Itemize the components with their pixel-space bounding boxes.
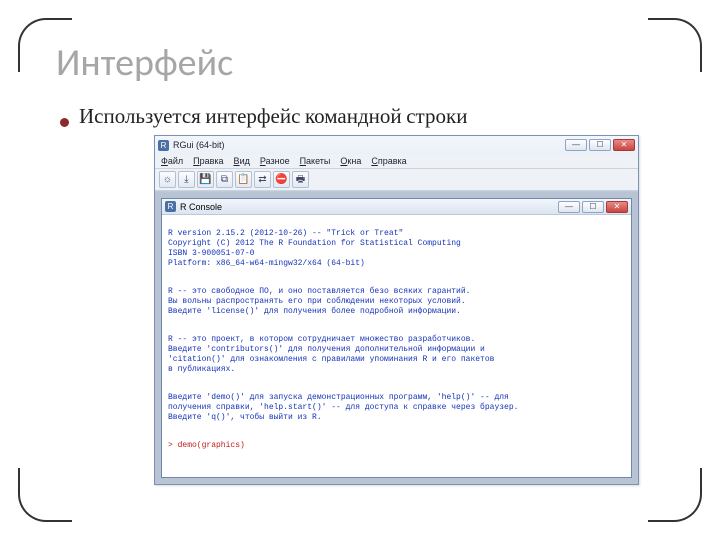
console-text: R -- это свободное ПО, и оно поставляетс… xyxy=(168,287,625,317)
bullet-item: Используется интерфейс командной строки xyxy=(60,104,680,129)
menu-edit[interactable]: Правка xyxy=(193,156,223,166)
menu-windows[interactable]: Окна xyxy=(340,156,361,166)
slide-title: Интерфейс xyxy=(56,40,680,86)
print-icon[interactable]: 🖶 xyxy=(292,171,309,188)
console-text: R -- это проект, в котором сотрудничает … xyxy=(168,335,625,375)
window-title: RGui (64-bit) xyxy=(173,140,225,150)
corner-decoration xyxy=(18,18,72,72)
save-icon[interactable]: 💾 xyxy=(197,171,214,188)
app-icon: R xyxy=(158,140,169,151)
bullet-icon xyxy=(60,118,69,127)
console-maximize-button[interactable]: ☐ xyxy=(582,201,604,213)
console-prompt[interactable]: > demo(graphics) xyxy=(168,441,625,451)
maximize-button[interactable]: ☐ xyxy=(589,139,611,151)
menu-file[interactable]: Файл xyxy=(161,156,183,166)
corner-decoration xyxy=(648,18,702,72)
paste-icon[interactable]: 📋 xyxy=(235,171,252,188)
console-minimize-button[interactable]: — xyxy=(558,201,580,213)
copy-paste-icon[interactable]: ⇄ xyxy=(254,171,271,188)
bullet-text: Используется интерфейс командной строки xyxy=(79,104,467,129)
window-chrome: R RGui (64-bit) — ☐ ✕ Файл Правка Вид Ра… xyxy=(155,136,638,192)
mdi-area: R R Console — ☐ ✕ R version 2.15.2 (2012… xyxy=(155,192,638,484)
console-title: R Console xyxy=(180,202,222,212)
menu-help[interactable]: Справка xyxy=(371,156,406,166)
console-app-icon: R xyxy=(165,201,176,212)
slide: Интерфейс Используется интерфейс командн… xyxy=(0,0,720,540)
load-icon[interactable]: ⤓ xyxy=(178,171,195,188)
open-icon[interactable]: ☼ xyxy=(159,171,176,188)
copy-icon[interactable]: ⧉ xyxy=(216,171,233,188)
console-body[interactable]: R version 2.15.2 (2012-10-26) -- "Trick … xyxy=(162,215,631,477)
stop-icon[interactable]: ⛔ xyxy=(273,171,290,188)
menu-packages[interactable]: Пакеты xyxy=(300,156,331,166)
toolbar: ☼ ⤓ 💾 ⧉ 📋 ⇄ ⛔ 🖶 xyxy=(155,169,638,191)
menu-misc[interactable]: Разное xyxy=(260,156,290,166)
console-close-button[interactable]: ✕ xyxy=(606,201,628,213)
corner-decoration xyxy=(648,468,702,522)
minimize-button[interactable]: — xyxy=(565,139,587,151)
corner-decoration xyxy=(18,468,72,522)
console-window: R R Console — ☐ ✕ R version 2.15.2 (2012… xyxy=(161,198,632,478)
console-text: R version 2.15.2 (2012-10-26) -- "Trick … xyxy=(168,229,625,269)
rgui-window: R RGui (64-bit) — ☐ ✕ Файл Правка Вид Ра… xyxy=(154,135,639,485)
menu-view[interactable]: Вид xyxy=(234,156,250,166)
console-text: Введите 'demo()' для запуска демонстраци… xyxy=(168,393,625,423)
window-buttons: — ☐ ✕ xyxy=(565,139,635,151)
titlebar[interactable]: R RGui (64-bit) — ☐ ✕ xyxy=(155,136,638,154)
close-button[interactable]: ✕ xyxy=(613,139,635,151)
menubar: Файл Правка Вид Разное Пакеты Окна Справ… xyxy=(155,154,638,169)
console-titlebar[interactable]: R R Console — ☐ ✕ xyxy=(162,199,631,215)
console-window-buttons: — ☐ ✕ xyxy=(558,201,628,213)
